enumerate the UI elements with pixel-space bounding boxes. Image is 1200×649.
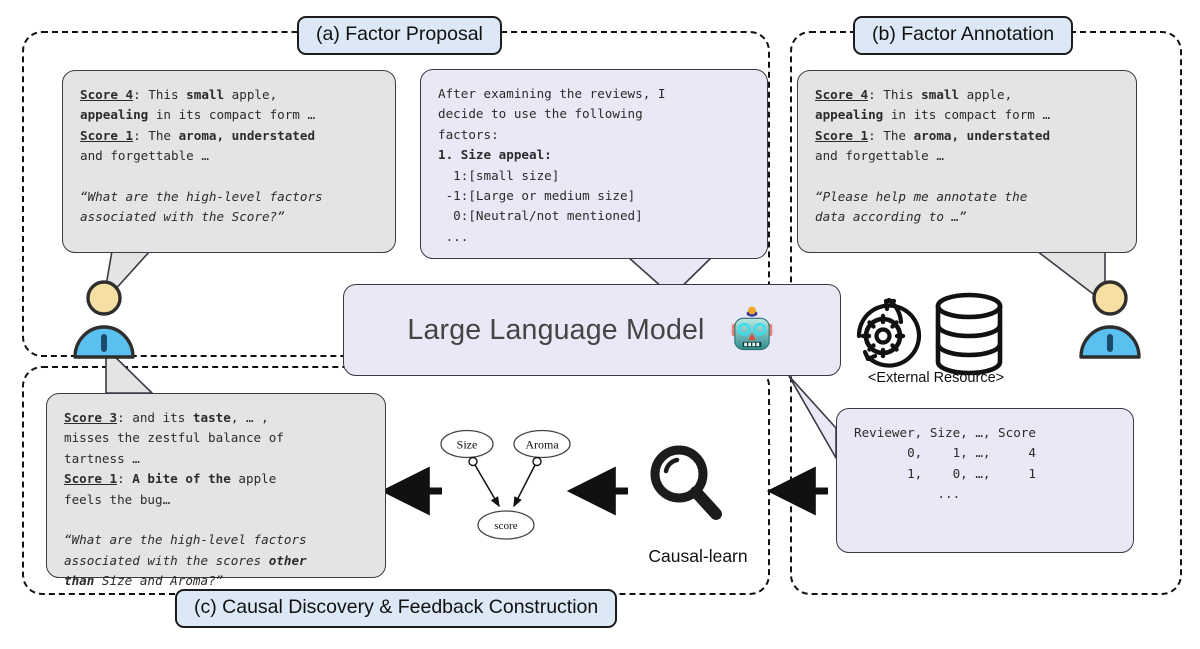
causal-learn-label: Causal-learn xyxy=(648,546,748,566)
bubble-reviews-prompt: Score 4: This small apple, appealing in … xyxy=(62,70,396,253)
score1-label: Score 1 xyxy=(815,127,869,143)
score4-bold-2: appealing xyxy=(815,107,884,123)
graph-edge-size-score xyxy=(468,456,500,508)
score4-label: Score 4 xyxy=(815,87,869,102)
feedback-question-part2: Size and Aroma?” xyxy=(94,573,224,589)
robot-icon xyxy=(731,306,772,351)
annotation-question: “Please help me annotate the data accord… xyxy=(815,188,1028,225)
bubble-annotation-prompt: Score 4: This small apple, appealing in … xyxy=(797,70,1137,253)
score1-text-2: and forgettable … xyxy=(815,148,944,164)
panel-title-c: (c) Causal Discovery & Feedback Construc… xyxy=(175,589,618,628)
large-language-model-box[interactable]: Large Language Model xyxy=(343,284,841,376)
bubble-feedback-prompt: Score 3: and its taste, … , misses the z… xyxy=(46,393,386,588)
avatar-annotator-right xyxy=(1079,280,1141,359)
score4-text-2: apple, xyxy=(966,87,1013,102)
table-ellipsis: ... xyxy=(854,486,961,502)
score4-text-3: in its compact form … xyxy=(155,107,316,123)
graph-node-label: score xyxy=(494,520,517,532)
gear-refresh-icon xyxy=(856,297,922,368)
score4-bold-2: appealing xyxy=(80,107,149,123)
score1-label: Score 1 xyxy=(80,127,134,143)
factor-level-pos1: 1:[small size] xyxy=(438,167,560,183)
score1-bold-1: aroma, understated xyxy=(178,127,316,143)
score1-bold-1: aroma, understated xyxy=(913,127,1051,143)
external-resource-caption: <External Resource> xyxy=(867,370,1005,386)
score1-text-1: : The xyxy=(868,127,914,143)
score4-bold-1: small xyxy=(186,87,225,102)
bubble-llm-factors: After examining the reviews, I decide to… xyxy=(420,69,768,259)
score3-bold-1: taste xyxy=(192,410,231,425)
table-header-row: Reviewer, Size, …, Score xyxy=(854,425,1036,440)
factors-intro: After examining the reviews, I decide to… xyxy=(438,86,666,142)
factor-ellipsis: ... xyxy=(438,228,469,244)
score1-text-1: : xyxy=(117,471,133,487)
graph-edge-aroma-score xyxy=(513,456,542,508)
score4-bold-1: small xyxy=(921,87,960,102)
database-icon xyxy=(935,292,1003,376)
graph-node-score: score xyxy=(477,510,535,540)
avatar-researcher-left xyxy=(73,280,135,359)
graph-node-aroma: Aroma xyxy=(513,429,571,459)
bubble-annotated-table: Reviewer, Size, …, Score 0, 1, …, 4 1, 0… xyxy=(836,408,1134,553)
score4-text-1: : This xyxy=(133,87,187,102)
table-row: 1, 0, …, 1 xyxy=(854,465,1036,481)
score3-label: Score 3 xyxy=(64,410,118,425)
factor-level-neg1: -1:[Large or medium size] xyxy=(438,187,636,203)
llm-label: Large Language Model xyxy=(407,313,705,346)
graph-node-label: Aroma xyxy=(525,438,559,452)
score1-bold-1: A bite of the xyxy=(132,471,231,487)
panel-title-a: (a) Factor Proposal xyxy=(297,16,502,55)
magnifier-icon xyxy=(650,445,722,520)
factor-level-zero: 0:[Neutral/not mentioned] xyxy=(438,208,643,224)
score1-text-2: and forgettable … xyxy=(80,148,209,164)
score4-text-1: : This xyxy=(868,87,922,102)
causal-graph: Size Aroma score xyxy=(440,429,571,540)
score4-text-3: in its compact form … xyxy=(890,107,1051,123)
score1-label: Score 1 xyxy=(64,471,118,487)
figure-canvas: (a) Factor Proposal (b) Factor Annotatio… xyxy=(0,0,1200,649)
factor-heading: 1. Size appeal: xyxy=(438,147,552,163)
graph-node-label: Size xyxy=(457,438,478,452)
table-row: 0, 1, …, 4 xyxy=(854,445,1036,461)
score4-label: Score 4 xyxy=(80,87,134,102)
panel-title-b: (b) Factor Annotation xyxy=(853,16,1074,55)
score4-text-2: apple, xyxy=(231,87,278,102)
reviews-question: “What are the high-level factors associa… xyxy=(80,188,323,225)
graph-node-size: Size xyxy=(440,429,494,459)
score3-text-1: : and its xyxy=(117,410,193,425)
score1-text-1: : The xyxy=(133,127,179,143)
